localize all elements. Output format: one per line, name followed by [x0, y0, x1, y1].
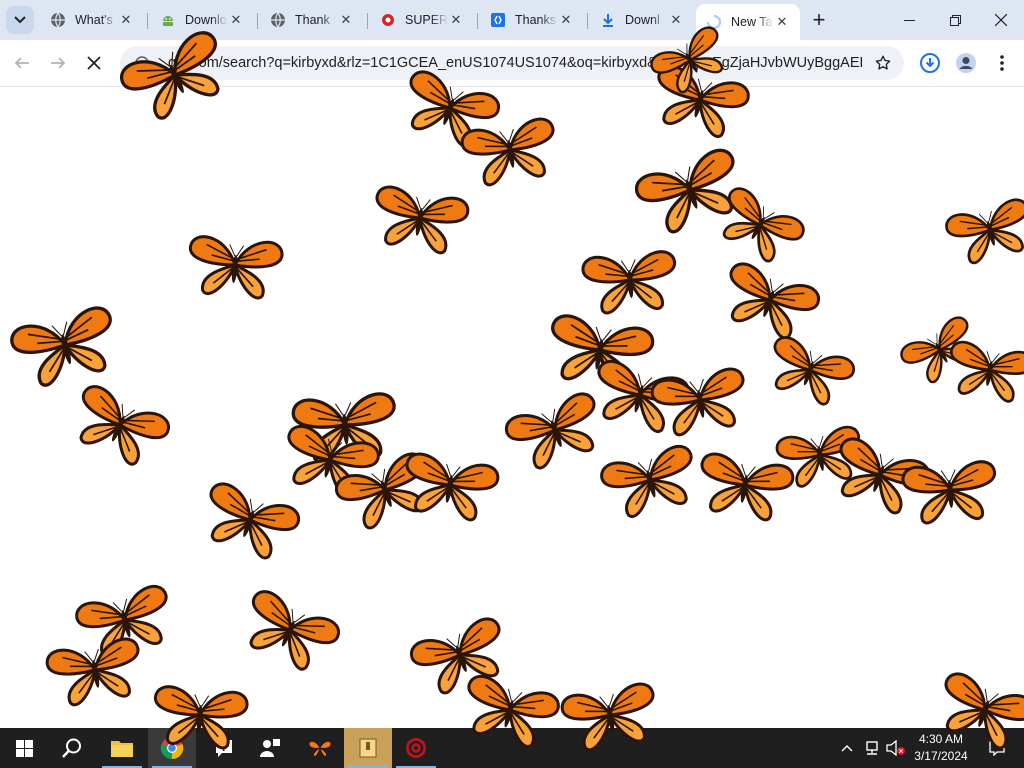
folder-icon	[111, 741, 133, 757]
help-icon: ?	[216, 740, 232, 757]
people-icon	[260, 739, 280, 757]
notification-icon	[989, 741, 1005, 756]
restore-icon	[949, 14, 961, 26]
forward-button[interactable]	[42, 47, 74, 79]
tab-new-tab-active[interactable]: New Ta ✕	[696, 4, 800, 40]
arrow-right-icon	[51, 57, 66, 69]
stop-loading-button[interactable]	[78, 47, 110, 79]
tab-title: Thanks	[515, 13, 556, 27]
start-button[interactable]	[0, 728, 48, 768]
close-window-button[interactable]	[978, 0, 1024, 40]
tab-separator	[257, 13, 258, 29]
download-icon	[600, 12, 616, 28]
globe-icon	[50, 12, 66, 28]
tab-separator	[147, 13, 148, 29]
network-icon	[866, 741, 878, 755]
taskbar-clock[interactable]: 4:30 AM 3/17/2024	[906, 731, 976, 765]
svg-text:?: ?	[221, 742, 228, 754]
volume-muted-icon	[886, 740, 905, 756]
loading-spinner-icon	[706, 14, 722, 30]
close-icon	[995, 14, 1007, 26]
tab-thank[interactable]: Thank ✕	[260, 6, 364, 34]
tab-super[interactable]: SUPER ✕	[370, 6, 474, 34]
taskbar-file-explorer[interactable]	[98, 728, 146, 768]
tab-separator	[587, 13, 588, 29]
close-tab-icon[interactable]: ✕	[774, 14, 790, 30]
restore-button[interactable]	[932, 0, 978, 40]
arrow-left-icon	[14, 57, 29, 69]
address-bar[interactable]: gle.com/search?q=kirbyxd&rlz=1C1GCEA_enU…	[120, 46, 904, 80]
site-info-icon[interactable]	[134, 55, 150, 71]
show-hidden-icons-button[interactable]	[836, 728, 858, 768]
close-tab-icon[interactable]: ✕	[668, 12, 684, 28]
taskbar-help[interactable]: ?	[200, 728, 248, 768]
red-gear-icon	[406, 738, 426, 758]
plus-icon: +	[812, 7, 826, 32]
notifications-button[interactable]	[982, 728, 1012, 768]
red-logo-icon	[380, 12, 396, 28]
kebab-menu-icon	[1000, 55, 1004, 71]
taskbar-people[interactable]	[246, 728, 294, 768]
tab-title: Downl	[625, 13, 660, 27]
tab-separator	[477, 13, 478, 29]
network-button[interactable]	[860, 728, 884, 768]
chrome-icon	[160, 737, 184, 760]
tab-title: What's	[75, 13, 113, 27]
browser-toolbar: gle.com/search?q=kirbyxd&rlz=1C1GCEA_enU…	[0, 40, 1024, 87]
close-icon	[87, 56, 101, 70]
tab-title: SUPER	[405, 13, 448, 27]
clock-date: 3/17/2024	[914, 749, 968, 763]
chevron-up-icon	[841, 745, 853, 752]
download-circle-icon	[920, 53, 940, 73]
new-tab-button[interactable]: +	[805, 6, 833, 34]
tab-thanks[interactable]: Thanks ✕	[480, 6, 584, 34]
tab-title: Downlo	[185, 13, 227, 27]
taskbar-red-app[interactable]	[392, 728, 440, 768]
globe-icon	[270, 12, 286, 28]
close-tab-icon[interactable]: ✕	[448, 12, 464, 28]
clock-time: 4:30 AM	[918, 732, 964, 746]
page-content	[0, 87, 1024, 728]
tab-search-button[interactable]	[6, 6, 34, 34]
search-button[interactable]	[48, 728, 96, 768]
bookmark-star-icon[interactable]	[874, 54, 892, 72]
close-tab-icon[interactable]: ✕	[338, 12, 354, 28]
close-tab-icon[interactable]: ✕	[228, 12, 244, 28]
close-tab-icon[interactable]: ✕	[558, 12, 574, 28]
back-button[interactable]	[6, 47, 38, 79]
blue-bracket-icon	[490, 12, 506, 28]
android-icon	[160, 12, 176, 28]
tab-strip: What's ✕ Downlo ✕ Thank ✕ SUPER ✕ Thanks…	[0, 0, 1024, 40]
archive-icon	[359, 738, 377, 758]
tab-title: New Ta	[731, 15, 773, 29]
taskbar-butterfly-app[interactable]	[296, 728, 344, 768]
avatar-icon	[956, 53, 976, 73]
windows-logo-icon	[15, 739, 33, 757]
minimize-button[interactable]	[886, 0, 932, 40]
search-icon	[62, 738, 81, 758]
tab-whats[interactable]: What's ✕	[40, 6, 144, 34]
taskbar-archive-app[interactable]	[344, 728, 392, 768]
close-tab-icon[interactable]: ✕	[118, 12, 134, 28]
taskbar-chrome[interactable]	[148, 728, 196, 768]
butterfly-icon	[308, 740, 332, 757]
tab-download[interactable]: Downl ✕	[590, 6, 694, 34]
tab-title: Thank	[295, 13, 330, 27]
tab-separator	[367, 13, 368, 29]
downloads-button[interactable]	[914, 47, 946, 79]
menu-button[interactable]	[986, 47, 1018, 79]
tab-download-android[interactable]: Downlo ✕	[150, 6, 254, 34]
volume-button[interactable]	[884, 728, 908, 768]
windows-taskbar: ? 4:30 AM 3/17/2024	[0, 728, 1024, 768]
url-text[interactable]: gle.com/search?q=kirbyxd&rlz=1C1GCEA_enU…	[168, 46, 862, 80]
chevron-down-icon	[14, 16, 26, 24]
minimize-icon	[903, 19, 915, 21]
profile-button[interactable]	[950, 47, 982, 79]
